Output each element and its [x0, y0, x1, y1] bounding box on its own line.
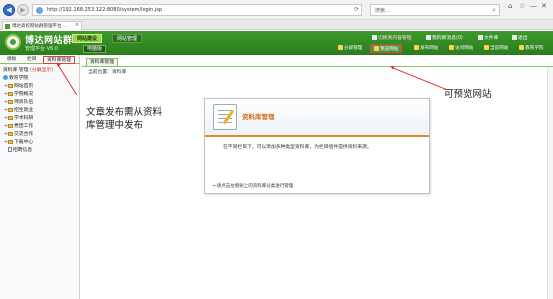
- forward-button[interactable]: ▶: [17, 4, 29, 16]
- folder-icon: [8, 91, 13, 96]
- preview-site-button[interactable]: 预览网站: [370, 44, 403, 53]
- sidebar-title-note: (分屏显示): [30, 68, 53, 73]
- folder-icon: [8, 107, 13, 112]
- tree-item[interactable]: + 党团工作: [4, 122, 33, 129]
- publish-site-button[interactable]: 发布网站: [411, 44, 441, 53]
- tree-item[interactable]: + 网站首页: [4, 82, 33, 89]
- document-icon: [8, 146, 12, 152]
- document-edit-icon: [213, 104, 237, 130]
- panel-hint: ←请点击左侧树上的资料库分类进行管理: [213, 184, 294, 189]
- main-tab-library[interactable]: 资料库管理: [86, 58, 118, 66]
- favicon-icon: [5, 24, 10, 29]
- back-button[interactable]: ◀: [3, 4, 15, 16]
- main-scrollbar[interactable]: [547, 67, 553, 299]
- star-icon[interactable]: ☆: [519, 2, 525, 10]
- tree-item[interactable]: + 交流合作: [4, 130, 33, 137]
- switch-content-link[interactable]: 切换到内容管理: [372, 34, 412, 41]
- panel-description: 在不同栏目下，可以添加多种类型资料库，为栏目组件提供资料来源。: [223, 145, 372, 150]
- switch-icon: [372, 35, 377, 40]
- folder-icon: [8, 99, 13, 104]
- sidebar-tab-column[interactable]: 栏目: [24, 56, 40, 64]
- address-bar[interactable]: http://192.168.253.122:8080/system/login…: [32, 4, 362, 16]
- tree-item[interactable]: + 学院概况: [4, 90, 33, 97]
- search-icon[interactable]: ⌕: [492, 6, 496, 15]
- tree-item[interactable]: + 招生就业: [4, 106, 33, 113]
- logout-link[interactable]: 退出: [512, 34, 528, 41]
- breadcrumb: 当前位置：资料库: [88, 70, 127, 75]
- browser-tab[interactable]: 博达高校网站群管理平台 ... ×: [2, 21, 82, 30]
- sidebar-tabs: 模板 栏目 资料库管理: [0, 55, 80, 64]
- back-arrow-icon: ◀: [6, 6, 12, 14]
- preview-icon: [374, 46, 379, 51]
- publish-icon: [414, 45, 419, 50]
- brand-subtitle: 管理平台 V6.0: [25, 46, 58, 52]
- logout-icon: [512, 35, 517, 40]
- app-header: 博达网站群 管理平台 V6.0 网站建设 网站管理 电脑版 切换到内容管理 我的…: [0, 31, 553, 55]
- sidebar-title-text: 资料库 管理: [3, 68, 29, 73]
- file-library-link[interactable]: 文件库: [478, 34, 498, 41]
- minimize-button[interactable]: —: [530, 2, 537, 10]
- device-label[interactable]: 电脑版: [83, 45, 107, 53]
- visit-icon: [449, 45, 454, 50]
- sidebar-tab-template[interactable]: 模板: [4, 56, 20, 64]
- folder-icon: [8, 115, 13, 120]
- sidebar: 模板 栏目 资料库管理 资料库 管理 (分屏显示) 教育学院 + 网站首页 + 学院…: [0, 55, 80, 299]
- tab-website-build[interactable]: 网站建设: [72, 34, 103, 43]
- tab-website-manage[interactable]: 网站管理: [112, 34, 143, 43]
- panel-header: 资料库管理: [205, 99, 429, 137]
- messages-link[interactable]: 我的新消息(0): [426, 34, 463, 41]
- college-icon: [519, 45, 524, 50]
- home-icon[interactable]: ⌂: [508, 2, 512, 10]
- browser-tab-bar: 博达高校网站群管理平台 ... ×: [0, 20, 553, 30]
- sidebar-title: 资料库 管理 (分屏显示): [3, 66, 53, 73]
- tree-item-root[interactable]: 教育学院: [3, 74, 28, 81]
- panel-title: 资料库管理: [242, 113, 275, 121]
- site-name-button[interactable]: 教育学院: [516, 44, 546, 53]
- visit-site-button[interactable]: 访问网站: [446, 44, 476, 53]
- tree-item[interactable]: + 学术科研: [4, 114, 33, 121]
- refresh-icon[interactable]: ⟳: [354, 6, 359, 13]
- url-text: http://192.168.253.122:8080/system/login…: [47, 7, 163, 13]
- main-divider: [82, 66, 553, 67]
- folder-icon: [8, 139, 13, 144]
- folder-icon: [8, 123, 13, 128]
- logo-icon: [5, 34, 21, 50]
- annotation-left: 文章发布需从资料库管理中发布: [86, 107, 163, 131]
- tree-item[interactable]: 招聘信息: [4, 146, 32, 153]
- annotation-right: 可预览网站: [444, 89, 492, 100]
- current-site-button[interactable]: 当前网站: [481, 44, 511, 53]
- search-input[interactable]: 搜索... ⌕: [370, 4, 500, 16]
- forward-arrow-icon: ▶: [20, 6, 26, 14]
- split-icon: [338, 45, 343, 50]
- browser-tab-title: 博达高校网站群管理平台 ...: [12, 24, 68, 29]
- message-icon: [426, 35, 431, 40]
- annotation-arrow-right: [391, 67, 448, 91]
- library-panel: 资料库管理 在不同栏目下，可以添加多种类型资料库，为栏目组件提供资料来源。 ←请…: [204, 98, 430, 194]
- site-list-icon: [484, 45, 489, 50]
- file-icon: [478, 35, 483, 40]
- split-screen-button[interactable]: 分屏管理: [335, 44, 365, 53]
- site-icon: [36, 7, 43, 14]
- folder-icon: [8, 83, 13, 88]
- folder-icon: [8, 131, 13, 136]
- browser-toolbar: ◀ ▶ http://192.168.253.122:8080/system/l…: [0, 0, 553, 20]
- tree-item[interactable]: + 师资队伍: [4, 98, 33, 105]
- site-globe-icon: [3, 74, 8, 80]
- close-tab-icon[interactable]: ×: [75, 22, 79, 28]
- search-placeholder: 搜索...: [375, 8, 390, 14]
- close-button[interactable]: ✕: [541, 2, 547, 10]
- tree-item[interactable]: + 下载中心: [4, 138, 33, 145]
